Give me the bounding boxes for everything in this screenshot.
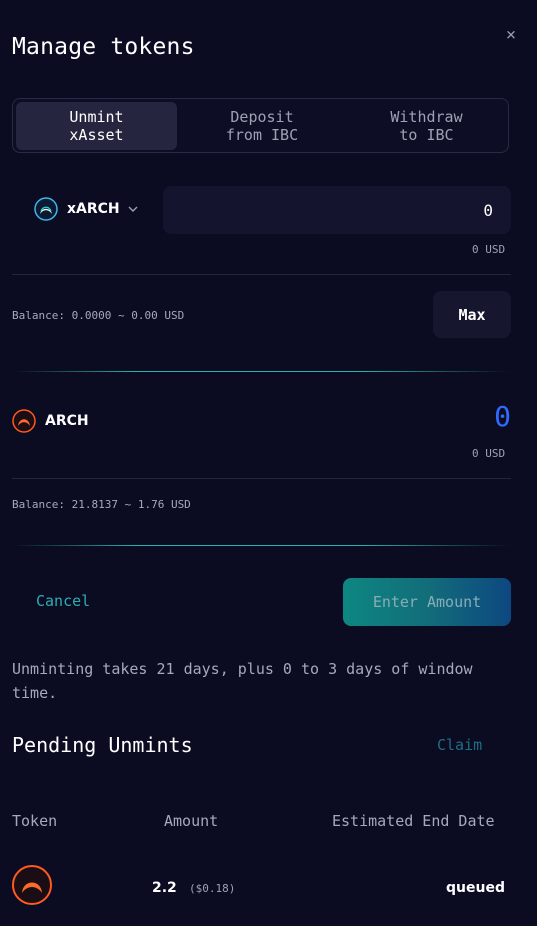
modal-title: Manage tokens bbox=[12, 34, 195, 60]
column-header-end-date: Estimated End Date bbox=[332, 812, 495, 830]
to-amount-usd: 0 USD bbox=[472, 447, 506, 460]
divider bbox=[12, 274, 511, 275]
tab-deposit-from-ibc[interactable]: Deposit from IBC bbox=[181, 102, 343, 150]
from-balance: Balance: 0.0000 ~ 0.00 USD bbox=[12, 309, 185, 322]
divider bbox=[12, 478, 511, 479]
tab-unmint-xasset[interactable]: Unmint xAsset bbox=[16, 102, 177, 150]
to-token: ARCH bbox=[12, 409, 89, 433]
tab-withdraw-to-ibc[interactable]: Withdraw to IBC bbox=[347, 102, 506, 150]
progress-line bbox=[12, 371, 511, 372]
max-button[interactable]: Max bbox=[433, 291, 511, 338]
row-amount: 2.2 bbox=[152, 880, 177, 896]
from-amount-input[interactable]: 0 bbox=[163, 186, 511, 234]
tab-withdraw-to-ibc-label: Withdraw to IBC bbox=[390, 108, 463, 144]
from-token-selector[interactable]: xARCH bbox=[34, 197, 139, 221]
row-end-date: queued bbox=[446, 880, 505, 896]
tab-unmint-xasset-label: Unmint xAsset bbox=[69, 108, 124, 144]
unmint-info-note: Unminting takes 21 days, plus 0 to 3 day… bbox=[12, 660, 473, 702]
chevron-down-icon bbox=[127, 203, 139, 215]
pending-unmints-title: Pending Unmints bbox=[12, 733, 193, 757]
arch-logo-icon bbox=[12, 865, 52, 905]
tab-deposit-from-ibc-label: Deposit from IBC bbox=[225, 108, 299, 144]
column-header-amount: Amount bbox=[164, 812, 219, 830]
to-token-name: ARCH bbox=[45, 413, 89, 429]
from-amount-usd: 0 USD bbox=[472, 243, 506, 256]
arch-logo-icon bbox=[12, 409, 36, 433]
cancel-button[interactable]: Cancel bbox=[36, 592, 90, 610]
enter-amount-button[interactable]: Enter Amount bbox=[343, 578, 511, 626]
xarch-logo-icon bbox=[34, 197, 58, 221]
from-token-name: xARCH bbox=[67, 201, 120, 217]
to-amount-value[interactable]: 0 bbox=[470, 400, 511, 433]
to-balance: Balance: 21.8137 ~ 1.76 USD bbox=[12, 498, 191, 511]
close-icon[interactable]: × bbox=[500, 24, 522, 46]
progress-line bbox=[12, 545, 511, 546]
tab-bar: Unmint xAsset Deposit from IBC Withdraw … bbox=[12, 98, 509, 153]
column-header-token: Token bbox=[12, 812, 58, 830]
row-amount-usd: ($0.18) bbox=[189, 882, 236, 895]
claim-button[interactable]: Claim bbox=[437, 736, 482, 754]
